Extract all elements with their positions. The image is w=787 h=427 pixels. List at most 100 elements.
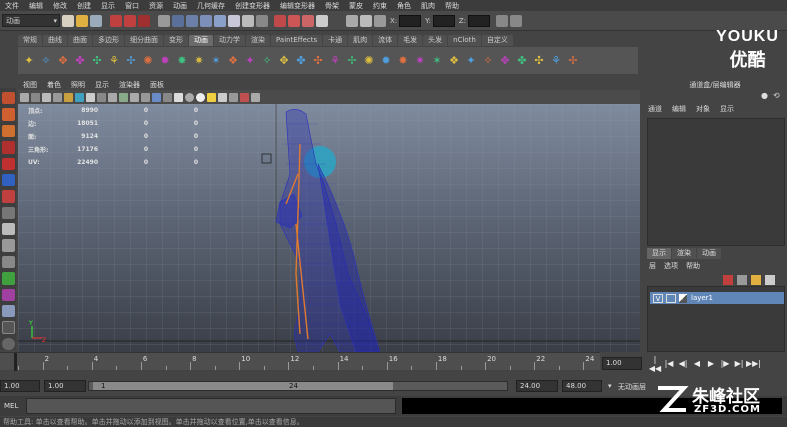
shelf-tool-icon[interactable]: ✥ bbox=[498, 52, 512, 70]
viewport[interactable]: Y Z 顶点: 8990 0 0 边: 18051 0 0 面: 9124 0 0 三角形: 17176 0… bbox=[18, 104, 640, 352]
shelf-tool-icon[interactable]: ✦ bbox=[22, 52, 36, 70]
rotate-tool-icon[interactable] bbox=[1, 157, 15, 170]
new-layer-icon[interactable] bbox=[723, 275, 733, 285]
menu-item[interactable]: 编辑 bbox=[24, 1, 48, 11]
shelf-tool-icon[interactable]: ✧ bbox=[481, 52, 495, 70]
ipr-render-icon[interactable] bbox=[288, 14, 300, 27]
panel-menu-item[interactable]: 照明 bbox=[66, 80, 90, 90]
layer-type-toggle[interactable] bbox=[666, 293, 676, 303]
menu-item[interactable]: 窗口 bbox=[120, 1, 144, 11]
playback-button-icon[interactable]: ▶| bbox=[732, 359, 746, 368]
layer-move-icon[interactable] bbox=[765, 275, 775, 285]
shelf-tab[interactable]: 变形 bbox=[164, 35, 188, 46]
panel-tool-icon[interactable] bbox=[108, 92, 117, 102]
menu-item[interactable]: 帮助 bbox=[440, 1, 464, 11]
panel-tool-icon[interactable] bbox=[75, 92, 84, 102]
panel-menu-item[interactable]: 显示 bbox=[90, 80, 114, 90]
mask-icon[interactable] bbox=[158, 14, 170, 27]
playback-button-icon[interactable]: ◀ bbox=[690, 359, 704, 368]
panel-tool-icon[interactable] bbox=[185, 92, 194, 102]
panel-tool-icon[interactable] bbox=[251, 92, 260, 102]
input-ops-icon[interactable] bbox=[256, 14, 268, 27]
shelf-tool-icon[interactable]: ✤ bbox=[73, 52, 87, 70]
layer-color-swatch[interactable] bbox=[679, 293, 687, 303]
shelf-tool-icon[interactable]: ✶ bbox=[209, 52, 223, 70]
snap-curve-icon[interactable] bbox=[186, 14, 198, 27]
snap-live-icon[interactable] bbox=[228, 14, 240, 27]
render-settings-icon[interactable] bbox=[302, 14, 314, 27]
shelf-tool-icon[interactable]: ✧ bbox=[39, 52, 53, 70]
panel-tool-icon[interactable] bbox=[152, 92, 161, 102]
shelf-tool-icon[interactable]: ✸ bbox=[175, 52, 189, 70]
panel-tool-icon[interactable] bbox=[207, 92, 216, 102]
shelf-tool-icon[interactable]: ✶ bbox=[430, 52, 444, 70]
circle-icon[interactable]: ● bbox=[761, 91, 768, 100]
panel-menu-item[interactable]: 视图 bbox=[18, 80, 42, 90]
shelf-tool-icon[interactable]: ✷ bbox=[192, 52, 206, 70]
playback-start-field[interactable]: 1.00 bbox=[44, 380, 86, 392]
single-view-icon[interactable] bbox=[1, 223, 15, 236]
panel-tool-icon[interactable] bbox=[97, 92, 106, 102]
command-input[interactable] bbox=[26, 398, 396, 414]
menu-item[interactable]: 动画 bbox=[168, 1, 192, 11]
panel-tool-icon[interactable] bbox=[218, 92, 227, 102]
menu-set-dropdown[interactable]: 动画 ▾ bbox=[2, 14, 60, 27]
new-scene-icon[interactable] bbox=[62, 14, 74, 27]
channel-box-menu-item[interactable]: 显示 bbox=[715, 104, 739, 115]
menu-item[interactable]: 编辑变形器 bbox=[275, 1, 320, 11]
tool-settings-icon[interactable] bbox=[360, 14, 372, 27]
shelf-tool-icon[interactable]: ⚘ bbox=[328, 52, 342, 70]
lasso-tool-icon[interactable] bbox=[1, 108, 15, 121]
select-object-icon[interactable] bbox=[124, 14, 136, 27]
paint-select-icon[interactable] bbox=[1, 124, 15, 138]
panel-tool-icon[interactable] bbox=[240, 92, 249, 102]
shelf-tab[interactable]: 细分曲面 bbox=[125, 35, 163, 46]
snap-grid-icon[interactable] bbox=[172, 14, 184, 27]
current-time-marker[interactable] bbox=[14, 353, 17, 371]
range-slider[interactable]: 1 24 bbox=[88, 381, 508, 391]
panel-tool-icon[interactable] bbox=[130, 92, 139, 102]
panel-tool-icon[interactable] bbox=[196, 92, 205, 102]
menu-item[interactable]: 创建 bbox=[72, 1, 96, 11]
shelf-tool-icon[interactable]: ✹ bbox=[158, 52, 172, 70]
layer-visible-toggle[interactable]: V bbox=[653, 293, 663, 303]
panel-tool-icon[interactable] bbox=[86, 92, 95, 102]
panel-menu-item[interactable]: 面板 bbox=[145, 80, 169, 90]
shelf-tool-icon[interactable]: ❖ bbox=[226, 52, 240, 70]
menu-item[interactable]: 创建变形器 bbox=[230, 1, 275, 11]
layer-menu-item[interactable]: 帮助 bbox=[686, 261, 708, 272]
shelf-tab[interactable]: 动画 bbox=[189, 35, 213, 46]
menu-item[interactable]: 修改 bbox=[48, 1, 72, 11]
render-icon[interactable] bbox=[274, 14, 286, 27]
playback-button-icon[interactable]: ▶ bbox=[704, 359, 718, 368]
shelf-tool-icon[interactable]: ⚘ bbox=[549, 52, 563, 70]
layer-tab[interactable]: 渲染 bbox=[672, 248, 696, 259]
panel-tool-icon[interactable] bbox=[31, 92, 40, 102]
four-view-icon[interactable] bbox=[1, 239, 15, 252]
move-tool-icon[interactable] bbox=[1, 141, 15, 154]
shelf-tool-icon[interactable]: ✹ bbox=[379, 52, 393, 70]
chevron-down-icon[interactable]: ▾ bbox=[608, 382, 612, 390]
shelf-tab[interactable]: PaintEffects bbox=[271, 35, 323, 46]
persp-graph-icon[interactable] bbox=[1, 272, 15, 285]
shelf-tool-icon[interactable]: ✥ bbox=[56, 52, 70, 70]
channel-toggle-icon[interactable] bbox=[496, 14, 509, 27]
history-icon[interactable] bbox=[242, 14, 254, 27]
menu-item[interactable]: 约束 bbox=[368, 1, 392, 11]
shelf-tool-icon[interactable]: ✥ bbox=[277, 52, 291, 70]
layer-row[interactable]: V layer1 bbox=[650, 292, 784, 304]
manipulator-icon[interactable] bbox=[1, 190, 15, 203]
shelf-tool-icon[interactable]: ✢ bbox=[345, 52, 359, 70]
shelf-tab[interactable]: 渲染 bbox=[246, 35, 270, 46]
panel-tool-icon[interactable] bbox=[229, 92, 238, 102]
shelf-tool-icon[interactable]: ✢ bbox=[124, 52, 138, 70]
menu-item[interactable]: 骨架 bbox=[320, 1, 344, 11]
range-handle[interactable]: 1 24 bbox=[93, 382, 393, 390]
panel-tool-icon[interactable] bbox=[174, 92, 183, 102]
shelf-tool-icon[interactable]: ✤ bbox=[515, 52, 529, 70]
menu-item[interactable]: 几何缓存 bbox=[192, 1, 230, 11]
new-layer-selected-icon[interactable] bbox=[737, 275, 747, 285]
hypershade-icon[interactable] bbox=[316, 14, 328, 27]
menu-item[interactable]: 蒙皮 bbox=[344, 1, 368, 11]
shelf-tool-icon[interactable]: ✣ bbox=[532, 52, 546, 70]
